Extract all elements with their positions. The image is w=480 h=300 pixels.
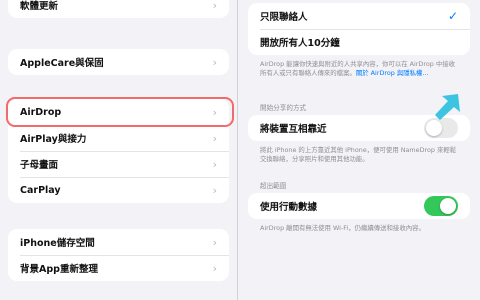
- out-of-range-group: 使用行動數據: [248, 193, 470, 219]
- sidebar-group-applecare: AppleCare與保固 ›: [8, 49, 229, 75]
- airdrop-highlight-box: [6, 97, 234, 127]
- checkmark-icon: ✓: [447, 9, 458, 23]
- airdrop-settings-pane: 只限聯絡人 ✓ 開放所有人10分鐘 AirDrop 能讓你快速與附近的人共享內容…: [238, 0, 480, 300]
- out-of-range-footnote: AirDrop 離開有無法使用 Wi-Fi，仍繼續傳送和接收內容。: [260, 224, 425, 232]
- option-label: 只限聯絡人: [260, 12, 308, 23]
- sidebar-item-applecare[interactable]: AppleCare與保固 ›: [8, 49, 229, 75]
- settings-sidebar: 軟體更新 › AppleCare與保固 › AirDrop › AirPlay與…: [0, 0, 237, 300]
- chevron-right-icon: ›: [212, 55, 217, 69]
- sidebar-item-airplay[interactable]: AirPlay與接力 ›: [8, 125, 229, 151]
- pointer-arrow-icon: [435, 94, 460, 120]
- sidebar-item-label: AirPlay與接力: [20, 134, 87, 145]
- sidebar-item-label: iPhone儲存空間: [20, 238, 95, 249]
- sidebar-item-picture-in-picture[interactable]: 子母畫面 ›: [8, 151, 229, 177]
- sidebar-item-software-update[interactable]: 軟體更新 ›: [8, 0, 229, 18]
- sidebar-item-carplay[interactable]: CarPlay ›: [8, 177, 229, 203]
- start-sharing-footnote: 將此 iPhone 的上方靠近其他 iPhone，便可使用 NameDrop 來…: [260, 146, 457, 163]
- option-label: 開放所有人10分鐘: [260, 38, 340, 49]
- start-sharing-header: 開始分享的方式: [260, 104, 307, 112]
- sidebar-item-label: 子母畫面: [20, 160, 59, 171]
- chevron-right-icon: ›: [212, 261, 217, 275]
- sidebar-item-label: CarPlay: [20, 184, 61, 196]
- chevron-right-icon: ›: [212, 157, 217, 171]
- option-contacts-only[interactable]: 只限聯絡人 ✓: [248, 3, 470, 29]
- toggle-knob: [426, 120, 442, 136]
- sidebar-item-label: AppleCare與保固: [20, 58, 104, 69]
- out-of-range-header: 超出範圍: [260, 182, 287, 190]
- sidebar-item-label: 軟體更新: [20, 1, 59, 12]
- toggle-knob: [440, 198, 456, 214]
- chevron-right-icon: ›: [212, 183, 217, 197]
- use-cellular-data-row: 使用行動數據: [248, 193, 470, 219]
- chevron-right-icon: ›: [212, 0, 217, 12]
- use-cellular-data-label: 使用行動數據: [260, 202, 318, 213]
- sidebar-group-storage: iPhone儲存空間 › 背景App重新整理 ›: [8, 229, 229, 281]
- sidebar-group-general: 軟體更新 ›: [8, 0, 229, 18]
- bring-devices-together-label: 將裝置互相靠近: [260, 124, 327, 135]
- chevron-right-icon: ›: [212, 131, 217, 145]
- receiving-footnote: AirDrop 能讓你快速與附近的人共享內容，你可以在 AirDrop 中接收所…: [260, 60, 460, 78]
- option-everyone-10-minutes[interactable]: 開放所有人10分鐘: [248, 29, 470, 55]
- sidebar-item-background-app-refresh[interactable]: 背景App重新整理 ›: [8, 255, 229, 281]
- sidebar-item-iphone-storage[interactable]: iPhone儲存空間 ›: [8, 229, 229, 255]
- sidebar-item-label: 背景App重新整理: [20, 264, 98, 275]
- chevron-right-icon: ›: [212, 235, 217, 249]
- use-cellular-data-toggle[interactable]: [424, 196, 458, 216]
- airdrop-privacy-link[interactable]: 關於 AirDrop 與隱私權...: [356, 69, 429, 77]
- receiving-options-group: 只限聯絡人 ✓ 開放所有人10分鐘: [248, 3, 470, 55]
